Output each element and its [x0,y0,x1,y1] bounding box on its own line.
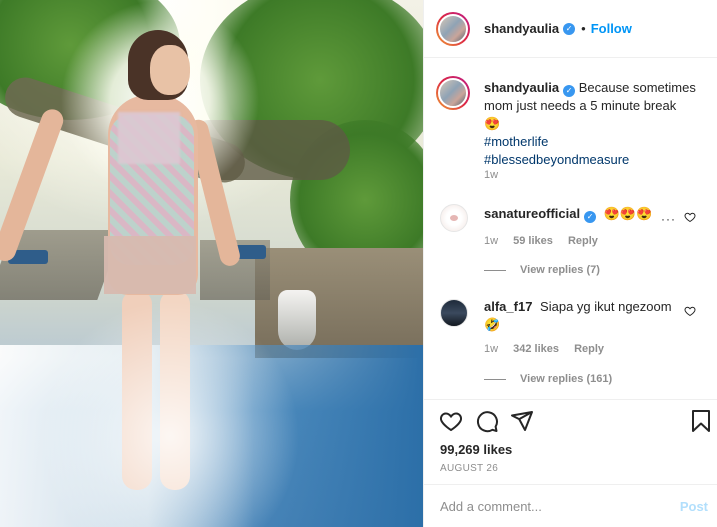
photo-censor-blur [118,112,180,164]
header-separator: • [581,21,586,36]
header-username[interactable]: shandyaulia [484,21,559,36]
comment-avatar[interactable] [440,204,468,232]
caption-emoji: 😍 [484,116,501,131]
caption-username[interactable]: shandyaulia [484,80,559,95]
post-side-panel: shandyaulia ✓ • Follow shandyaulia ✓ Beca… [423,0,717,527]
replies-divider [484,269,506,271]
comment: sanatureofficial ✓ 😍😍😍 [484,205,652,223]
comment-username[interactable]: alfa_f17 [484,299,532,314]
caption-avatar[interactable] [436,76,470,110]
photo-light-glare [40,300,300,527]
heart-icon[interactable] [684,211,696,223]
comment-likes[interactable]: 59 likes [513,235,553,247]
add-comment-row: Post [424,484,717,527]
heart-icon[interactable] [439,409,463,433]
post-header: shandyaulia ✓ • Follow [424,0,717,58]
comment-emoji: 🤣 [484,317,501,332]
comment-meta: 1w 342 likes Reply [484,343,616,355]
view-replies-button[interactable]: View replies (161) [484,373,612,385]
comment-likes[interactable]: 342 likes [513,343,559,355]
comment-meta: 1w 59 likes Reply [484,235,610,247]
post-comment-button[interactable]: Post [680,499,708,514]
comment-text: 😍😍😍 [603,206,653,221]
caption: shandyaulia ✓ Because sometimes mom just … [484,79,709,169]
verified-badge-icon: ✓ [563,85,576,97]
bookmark-icon[interactable] [689,409,713,433]
reply-button[interactable]: Reply [574,343,604,355]
comment-text: Siapa yg ikut ngezoom [540,299,672,314]
reply-button[interactable]: Reply [568,235,598,247]
replies-divider [484,378,506,380]
comment: alfa_f17 Siapa yg ikut ngezoom 🤣 [484,298,672,334]
verified-badge-icon: ✓ [584,211,597,223]
photo-person-face [150,45,190,95]
caption-time[interactable]: 1w [484,169,498,181]
likes-count[interactable]: 99,269 likes [440,442,512,457]
photo-censor-blur [104,236,196,294]
view-replies-button[interactable]: View replies (7) [484,264,600,276]
hashtag-link[interactable]: #blessedbeyondmeasure [484,151,709,169]
share-icon[interactable] [510,409,534,433]
add-comment-input[interactable] [440,499,660,514]
comment-more-options-button[interactable]: ··· [661,212,676,226]
comment-icon[interactable] [475,409,499,433]
comment-username[interactable]: sanatureofficial [484,206,580,221]
comment-time[interactable]: 1w [484,343,498,355]
comment-time[interactable]: 1w [484,235,498,247]
post-photo[interactable] [0,0,423,527]
avatar[interactable] [436,11,470,46]
hashtag-link[interactable]: #motherlife [484,133,709,151]
post-actions: 99,269 likes AUGUST 26 Post [424,399,717,527]
follow-button[interactable]: Follow [591,21,632,36]
heart-icon[interactable] [684,305,696,317]
view-replies-label: View replies (161) [520,373,613,385]
post-date[interactable]: AUGUST 26 [440,463,498,474]
view-replies-label: View replies (7) [520,264,600,276]
verified-badge-icon: ✓ [563,22,576,35]
comment-avatar[interactable] [440,299,468,327]
comments-list[interactable]: shandyaulia ✓ Because sometimes mom just … [424,59,717,399]
